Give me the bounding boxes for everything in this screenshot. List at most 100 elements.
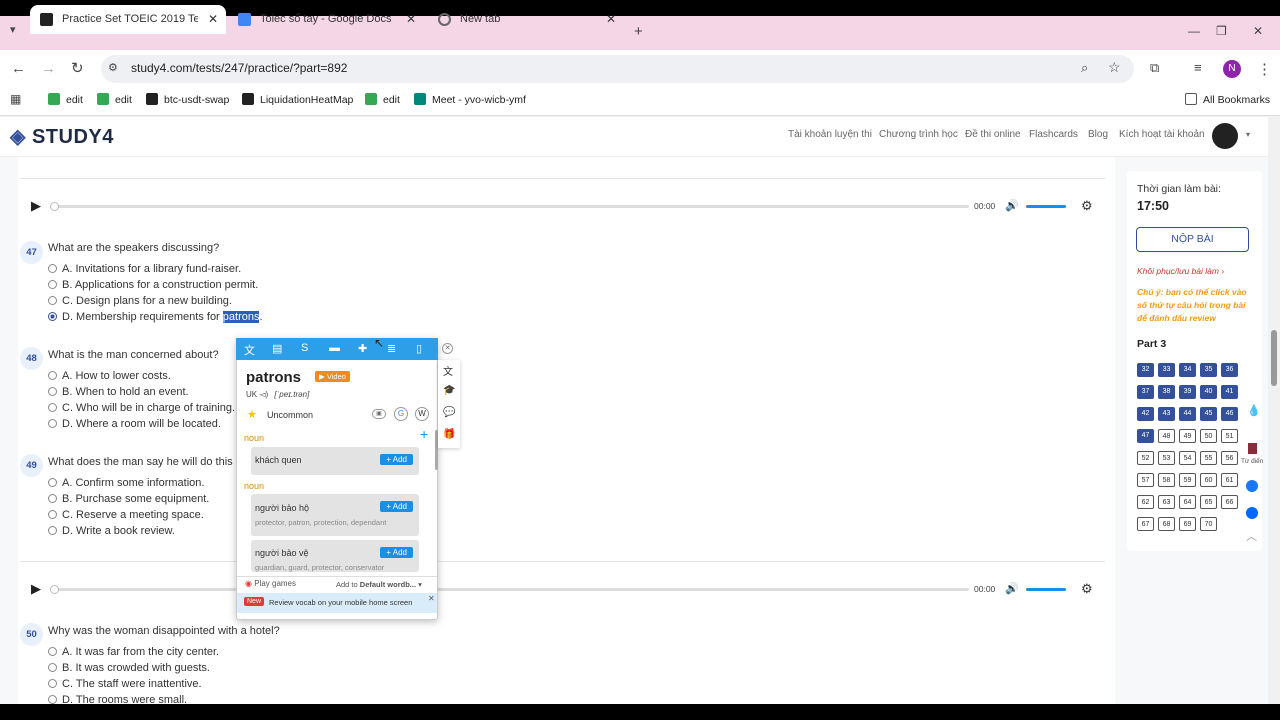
wordbook-select[interactable]: Add to Default wordb... ▾ xyxy=(336,580,422,589)
radio-button-selected[interactable] xyxy=(48,312,57,321)
forward-icon[interactable]: → xyxy=(41,60,56,77)
play-games-button[interactable]: ◉ Play games xyxy=(245,579,296,588)
volume-slider[interactable] xyxy=(1026,205,1066,208)
video-badge[interactable]: ▶ Video xyxy=(315,371,350,382)
restore-icon[interactable]: ❐ xyxy=(1216,24,1227,38)
question-nav-button[interactable]: 65 xyxy=(1200,495,1217,509)
add-meaning-button[interactable]: + Add xyxy=(380,547,413,558)
close-tab-icon[interactable]: ✕ xyxy=(406,5,416,34)
radio-button[interactable] xyxy=(48,663,57,672)
gift-icon[interactable]: 🎁 xyxy=(443,429,455,440)
add-icon[interactable]: + xyxy=(420,426,428,442)
radio-button[interactable] xyxy=(48,403,57,412)
question-nav-button[interactable]: 50 xyxy=(1200,429,1217,443)
new-tab-icon[interactable]: + xyxy=(634,23,643,40)
close-banner-icon[interactable]: ✕ xyxy=(428,594,435,603)
question-number[interactable]: 48 xyxy=(20,347,43,370)
image-icon[interactable]: ▣ xyxy=(372,409,386,419)
question-nav-button[interactable]: 34 xyxy=(1179,363,1196,377)
progress-handle[interactable] xyxy=(50,585,59,594)
question-nav-button[interactable]: 55 xyxy=(1200,451,1217,465)
answer-option[interactable]: C. Reserve a meeting space. xyxy=(48,509,204,521)
tab-search-icon[interactable]: ▾ xyxy=(10,23,16,36)
question-nav-button[interactable]: 64 xyxy=(1179,495,1196,509)
bookmark-item[interactable]: edit xyxy=(97,93,132,106)
google-icon[interactable]: G xyxy=(394,407,408,421)
chat-icon[interactable]: 💬 xyxy=(443,407,455,418)
profile-avatar[interactable]: N xyxy=(1223,60,1241,78)
play-icon[interactable]: ▶ xyxy=(31,581,41,597)
nav-flashcards[interactable]: Flashcards xyxy=(1029,129,1078,140)
radio-button[interactable] xyxy=(48,494,57,503)
settings-icon[interactable]: ⚙ xyxy=(1081,581,1093,597)
answer-option[interactable]: A. It was far from the city center. xyxy=(48,646,219,658)
progress-handle[interactable] xyxy=(50,202,59,211)
radio-button[interactable] xyxy=(48,679,57,688)
question-nav-button[interactable]: 51 xyxy=(1221,429,1238,443)
question-nav-button[interactable]: 54 xyxy=(1179,451,1196,465)
all-bookmarks[interactable]: All Bookmarks xyxy=(1185,93,1270,106)
question-number[interactable]: 49 xyxy=(20,454,43,477)
nav-activate[interactable]: Kích hoạt tài khoản xyxy=(1119,129,1205,140)
scrollbar[interactable] xyxy=(1268,117,1280,704)
question-nav-button[interactable]: 63 xyxy=(1158,495,1175,509)
drop-icon[interactable]: 💧 xyxy=(1247,404,1261,417)
radio-button[interactable] xyxy=(48,526,57,535)
zoom-icon[interactable]: ⌕ xyxy=(1081,60,1088,76)
radio-button[interactable] xyxy=(48,510,57,519)
radio-button[interactable] xyxy=(48,647,57,656)
question-nav-button[interactable]: 53 xyxy=(1158,451,1175,465)
question-nav-button[interactable]: 57 xyxy=(1137,473,1154,487)
answer-option[interactable]: A. Confirm some information. xyxy=(48,477,204,489)
question-nav-button[interactable]: 42 xyxy=(1137,407,1154,421)
graduation-cap-icon[interactable]: 🎓 xyxy=(443,385,455,396)
user-avatar[interactable] xyxy=(1212,123,1238,149)
nav-account[interactable]: Tài khoản luyện thi xyxy=(788,129,872,140)
apps-icon[interactable]: ▦ xyxy=(10,92,21,106)
close-tab-icon[interactable]: ✕ xyxy=(208,5,218,34)
bookmark-item[interactable]: edit xyxy=(48,93,83,106)
bookmark-star-icon[interactable]: ☆ xyxy=(1108,59,1121,76)
close-tab-icon[interactable]: ✕ xyxy=(606,5,616,34)
radio-button[interactable] xyxy=(48,695,57,704)
question-nav-button[interactable]: 47 xyxy=(1137,429,1154,443)
bookmark-item[interactable]: LiquidationHeatMap xyxy=(242,93,353,106)
play-icon[interactable]: ▶ xyxy=(31,198,41,214)
answer-option[interactable]: D. Where a room will be located. xyxy=(48,418,221,430)
dictionary-icon[interactable] xyxy=(1248,443,1257,454)
question-nav-button[interactable]: 41 xyxy=(1221,385,1238,399)
answer-option[interactable]: B. It was crowded with guests. xyxy=(48,662,210,674)
wikipedia-icon[interactable]: W xyxy=(415,407,429,421)
nav-programs[interactable]: Chương trình học xyxy=(879,129,958,140)
question-nav-button[interactable]: 66 xyxy=(1221,495,1238,509)
radio-button[interactable] xyxy=(48,387,57,396)
messenger-icon[interactable] xyxy=(1246,480,1258,492)
question-nav-button[interactable]: 62 xyxy=(1137,495,1154,509)
volume-icon[interactable]: 🔊 xyxy=(1005,582,1019,595)
question-nav-button[interactable]: 38 xyxy=(1158,385,1175,399)
question-nav-button[interactable]: 58 xyxy=(1158,473,1175,487)
menu-icon[interactable]: ⋮ xyxy=(1257,60,1272,78)
scroll-top-icon[interactable]: ︿ xyxy=(1246,528,1257,544)
nav-blog[interactable]: Blog xyxy=(1088,129,1108,140)
question-nav-button[interactable]: 44 xyxy=(1179,407,1196,421)
audio-progress[interactable] xyxy=(53,588,969,591)
back-icon[interactable]: ← xyxy=(11,60,26,77)
question-nav-button[interactable]: 68 xyxy=(1158,517,1175,531)
reload-icon[interactable]: ↻ xyxy=(71,59,84,77)
url-text[interactable]: study4.com/tests/247/practice/?part=892 xyxy=(131,61,347,75)
scrollbar-thumb[interactable] xyxy=(1271,330,1277,386)
settings-icon[interactable]: ⚙ xyxy=(1081,198,1093,214)
bookmark-item[interactable]: btc-usdt-swap xyxy=(146,93,229,106)
list-icon[interactable]: ≣ xyxy=(387,342,396,355)
answer-option[interactable]: D. Membership requirements for patrons. xyxy=(48,311,263,323)
question-nav-button[interactable]: 37 xyxy=(1137,385,1154,399)
media-icon[interactable]: ≡ xyxy=(1194,60,1202,75)
question-nav-button[interactable]: 43 xyxy=(1158,407,1175,421)
zalo-icon[interactable] xyxy=(1246,507,1258,519)
answer-option[interactable]: B. Applications for a construction permi… xyxy=(48,279,258,291)
answer-option[interactable]: C. Design plans for a new building. xyxy=(48,295,232,307)
question-nav-button[interactable]: 32 xyxy=(1137,363,1154,377)
volume-slider[interactable] xyxy=(1026,588,1066,591)
answer-option[interactable]: C. The staff were inattentive. xyxy=(48,678,202,690)
